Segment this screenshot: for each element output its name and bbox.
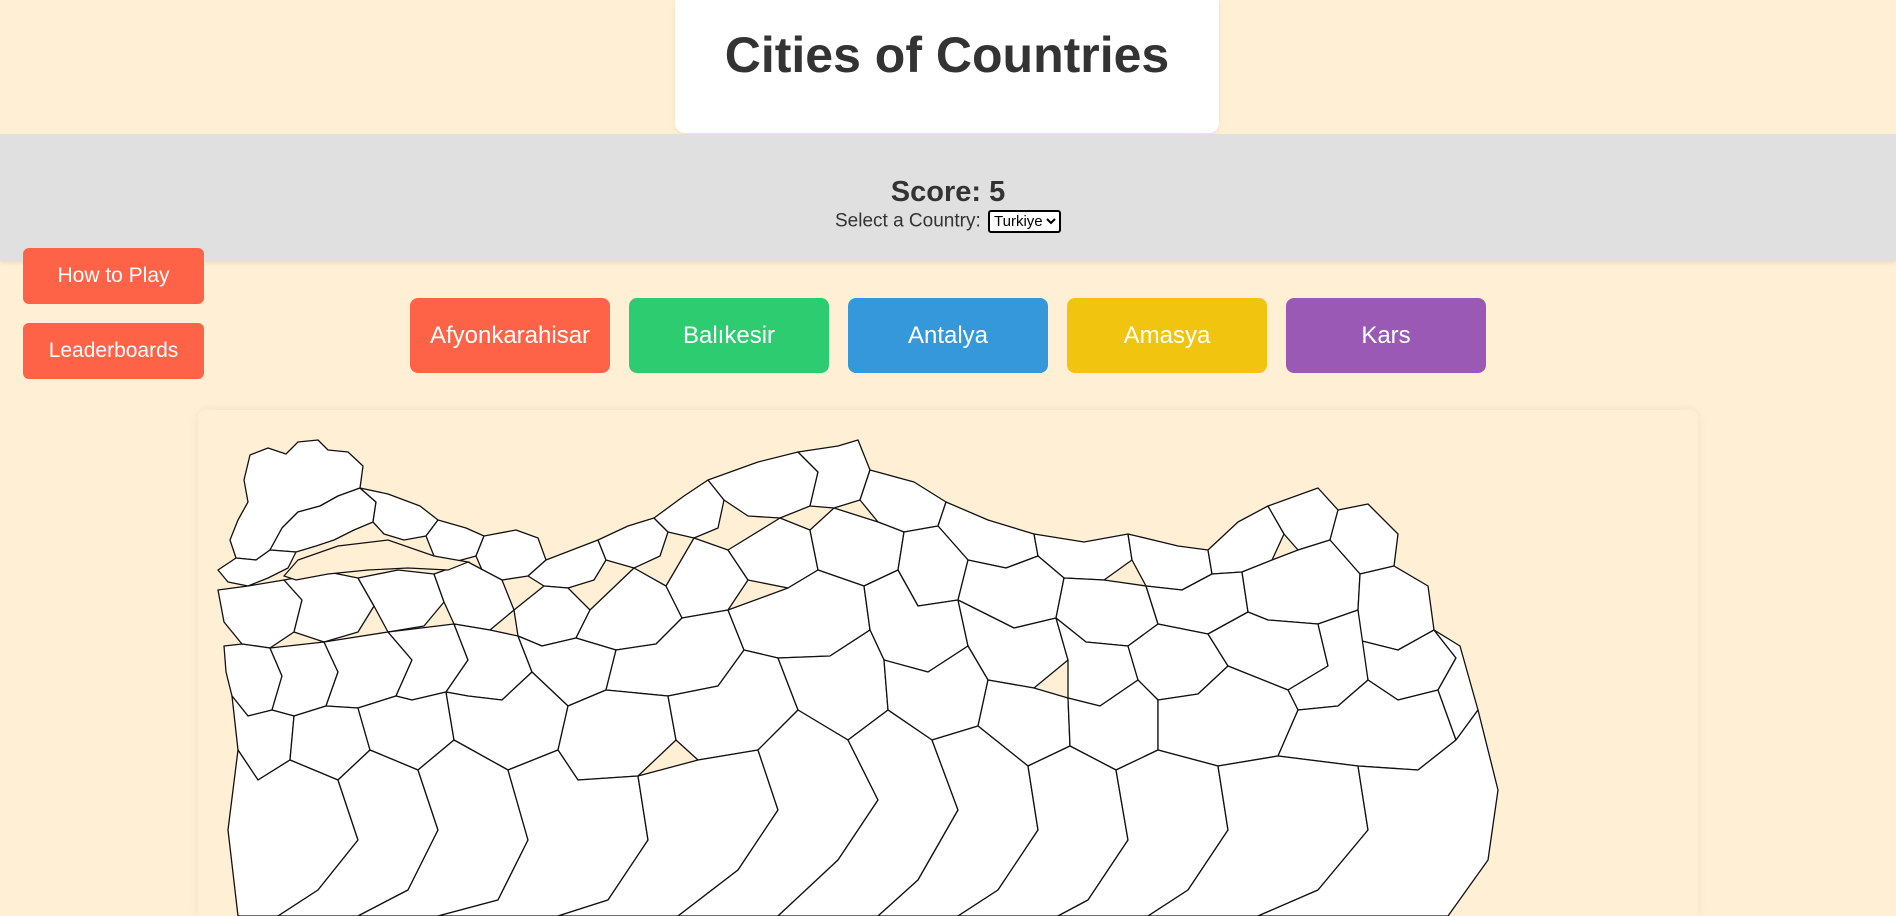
map-province[interactable] — [557, 689, 677, 781]
province-map — [217, 439, 1499, 916]
score-bar: Score: 5 Select a Country: Turkiye — [0, 134, 1896, 261]
score-display: Score: 5 — [890, 176, 1006, 208]
country-select-label: Select a Country: — [834, 210, 981, 232]
leaderboards-button[interactable]: Leaderboards — [23, 323, 204, 379]
map-container — [198, 410, 1698, 916]
map-province[interactable] — [653, 479, 725, 539]
choice-button-antalya[interactable]: Antalya — [848, 298, 1048, 373]
map-province[interactable] — [707, 451, 819, 519]
choice-button-balikesir[interactable]: Balıkesir — [629, 298, 829, 373]
country-selector: Select a Country: Turkiye — [0, 210, 1896, 233]
choice-button-kars[interactable]: Kars — [1286, 298, 1486, 373]
map-province[interactable] — [217, 579, 303, 649]
map-province[interactable] — [597, 517, 669, 569]
how-to-play-button[interactable]: How to Play — [23, 248, 204, 304]
choice-button-amasya[interactable]: Amasya — [1067, 298, 1267, 373]
title-card: Cities of Countries — [675, 0, 1219, 133]
page-title: Cities of Countries — [724, 27, 1170, 83]
answer-choices: Afyonkarahisar Balıkesir Antalya Amasya … — [410, 298, 1486, 373]
map-province[interactable] — [357, 569, 445, 633]
choice-button-afyonkarahisar[interactable]: Afyonkarahisar — [410, 298, 610, 373]
country-select[interactable]: Turkiye — [988, 210, 1062, 233]
